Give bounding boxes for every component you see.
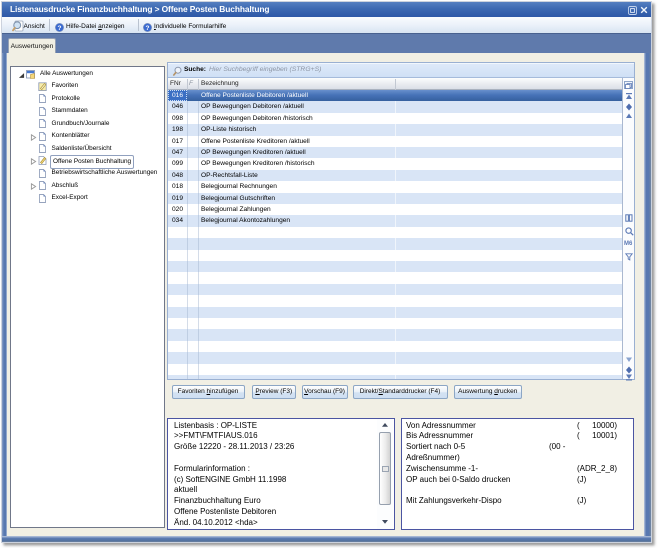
svg-text:?: ?	[58, 24, 62, 31]
svg-text:?: ?	[145, 24, 149, 31]
